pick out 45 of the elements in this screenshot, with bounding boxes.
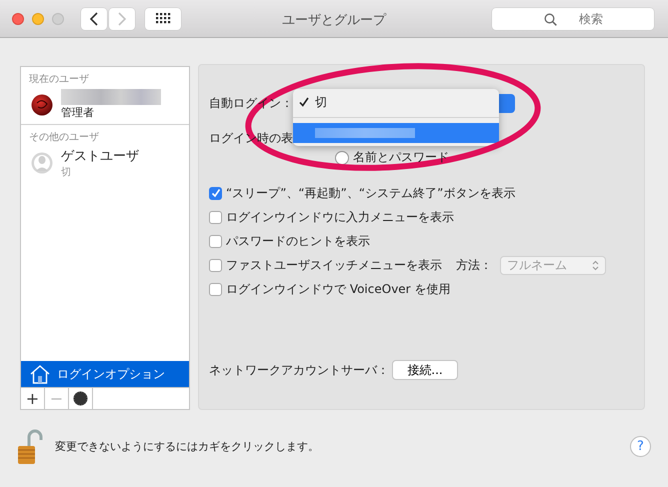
- field-label: ネットワークアカウントサーバ：: [209, 362, 389, 378]
- house-icon: [29, 364, 51, 384]
- user-status: 切: [61, 166, 72, 179]
- menu-item[interactable]: [293, 123, 499, 143]
- checkmark-icon: [299, 97, 309, 107]
- avatar-icon: [31, 152, 53, 174]
- checkbox-label: ファストユーザスイッチメニューを表示: [226, 256, 442, 274]
- show-all-button[interactable]: [145, 8, 181, 30]
- section-heading: その他のユーザ: [21, 124, 189, 146]
- help-button[interactable]: ?: [630, 436, 651, 457]
- login-options-item[interactable]: ログインオプション: [21, 361, 189, 387]
- search-field[interactable]: 検索: [492, 8, 654, 30]
- user-name: ゲストユーザ: [61, 148, 139, 165]
- checkbox[interactable]: [209, 282, 222, 296]
- lock-icon: [18, 429, 42, 464]
- back-button[interactable]: [81, 8, 107, 30]
- checkbox[interactable]: [209, 210, 222, 224]
- search-icon: [544, 12, 557, 26]
- lock-hint-text: 変更できないようにするにはカギをクリックします。: [55, 439, 319, 454]
- radio-button[interactable]: [335, 150, 349, 164]
- connect-button[interactable]: 接続...: [392, 360, 458, 380]
- checkbox[interactable]: [209, 258, 222, 272]
- updown-icon: [592, 260, 599, 270]
- grid-icon: [156, 13, 170, 24]
- checkbox-label: ログインウインドウに入力メニューを表示: [226, 208, 454, 226]
- section-heading: 現在のユーザ: [28, 73, 90, 87]
- checkbox-label: パスワードのヒントを表示: [226, 232, 370, 250]
- user-row[interactable]: ゲストユーザ 切: [21, 146, 189, 180]
- window-title: ユーザとグループ: [281, 12, 388, 29]
- field-label: 方法：: [456, 256, 492, 274]
- menu-item[interactable]: 切: [293, 92, 499, 112]
- avatar-icon: [31, 94, 53, 116]
- minimize-button[interactable]: [32, 12, 44, 24]
- checkbox[interactable]: [209, 186, 222, 200]
- checkbox[interactable]: [209, 234, 222, 248]
- lock-icon[interactable]: [15, 428, 45, 464]
- checkbox-label: “スリープ”、“再起動”、“システム終了”ボタンを表示: [226, 184, 516, 202]
- close-button[interactable]: [12, 12, 24, 24]
- gear-icon: [73, 391, 88, 406]
- chevron-left-icon: [89, 12, 99, 26]
- user-role: 管理者: [61, 105, 95, 120]
- user-row[interactable]: 管理者: [21, 88, 189, 121]
- chevron-right-icon: [117, 12, 127, 26]
- checkbox-label: ログインウインドウで VoiceOver を使用: [226, 280, 450, 298]
- zoom-button[interactable]: [52, 12, 64, 24]
